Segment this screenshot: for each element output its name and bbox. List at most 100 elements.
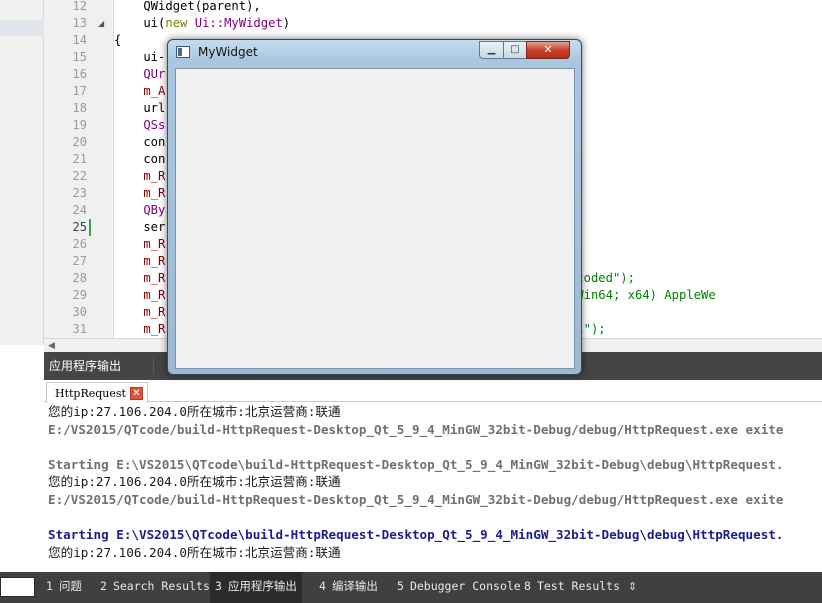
code-token: m_R [114,305,166,319]
output-line: E:/VS2015/QTcode/build-HttpRequest-Deskt… [48,421,784,437]
code-token: { [114,33,122,47]
code-token: Ui::MyWidget [187,16,283,30]
pane-number: 4 [319,579,326,593]
line-number: 25 [72,220,87,234]
code-token: QWidget(parent), [114,0,261,13]
line-number: 12 [72,0,87,13]
pane-number: 5 [397,579,404,593]
more-panes-icon[interactable]: ⇕ [628,572,637,601]
line-number: 30 [72,305,87,319]
code-token: con [114,152,166,166]
close-window-button[interactable]: ✕ [526,41,570,59]
left-sidebar-strip [0,0,44,345]
line-number: 14 [72,33,87,47]
bottom-status-bar: 1 问题 2 Search Results 3 应用程序输出 4 编译输出 5 Debugger … [0,572,822,603]
code-line: m_R [114,236,165,253]
line-number: 16 [72,67,87,81]
line-number: 18 [72,101,87,115]
pane-button-2[interactable]: 2 Search Results [95,572,215,603]
output-line: 您的ip:27.106.204.0所在城市:北京运营商:联通 [48,404,341,419]
pane-button-4[interactable]: 4 编译输出 [314,572,383,603]
code-token: m_R [114,254,166,268]
code-token: QBy [114,203,166,217]
code-token: QSs [114,118,166,132]
line-number: 26 [72,237,87,251]
pane-label: Search Results [112,579,210,593]
pane-label: 编译输出 [331,579,378,593]
code-token: m_R [114,271,166,285]
code-token: url [114,101,166,115]
code-line: ui- [114,49,165,66]
code-token: m_R [114,237,166,251]
pane-label: 问题 [58,579,82,593]
line-number: 15 [72,50,87,64]
widget-client-area[interactable] [175,68,575,369]
modified-line-marker [89,219,91,236]
tab-label: HttpRequest [55,386,126,400]
output-line: Starting E:\VS2015\QTcode\build-HttpRequ… [48,527,784,543]
line-number: 24 [72,203,87,217]
pane-number: 2 [100,579,107,593]
output-line: E:/VS2015/QTcode/build-HttpRequest-Deskt… [48,492,784,507]
fold-marker-icon[interactable]: ◢ [98,15,104,32]
line-number: 22 [72,169,87,183]
line-number: 29 [72,288,87,302]
close-icon[interactable]: ✕ [129,386,143,400]
output-pane-title: 应用程序输出 [49,359,122,373]
app-window-icon [176,46,190,58]
pane-button-5[interactable]: 5 Debugger Console [392,572,526,603]
minimize-button[interactable]: ▁ [479,41,504,59]
code-token: m_R [114,322,166,336]
code-token: QUr [114,67,166,81]
line-number: 28 [72,271,87,285]
output-line: 您的ip:27.106.204.0所在城市:北京运营商:联通 [48,544,341,560]
chevron-left-icon[interactable]: ◀ [48,339,55,353]
line-number-gutter: 12 13 ◢ 14 15 16 17 18 19 20 21 22 23 24 25 26 27 28 29 30 3… [44,0,114,338]
code-line: m_A [114,83,165,100]
code-line: QBy [114,202,165,219]
pane-number: 3 [215,579,222,593]
pane-number: 1 [46,579,53,593]
sidebar-selection [0,20,44,36]
code-line: { [114,32,121,49]
code-line: con [114,134,165,151]
output-line: Starting E:\VS2015\QTcode\build-HttpRequ… [48,456,784,472]
line-number: 23 [72,186,87,200]
code-line: QUr [114,66,165,83]
code-token: ) [282,16,291,30]
code-token: m_R [114,288,166,302]
code-token: m_A [114,84,166,98]
header-divider [153,358,154,374]
application-output-text[interactable]: 您的ip:27.106.204.0所在城市:北京运营商:联通 E:/VS2015/… [44,403,822,570]
pane-button-1[interactable]: 1 问题 [41,572,87,603]
code-line: QSs [114,117,165,134]
line-number: 19 [72,118,87,132]
pane-label: Debugger Console [409,579,521,593]
window-titlebar[interactable]: MyWidget ▁ □ ✕ [168,40,581,67]
line-number: 27 [72,254,87,268]
locator-input[interactable] [0,577,35,597]
line-number: 17 [72,84,87,98]
pane-button-8[interactable]: 8 Test Results [519,572,625,603]
code-token: ui( [114,16,166,30]
code-token: ser [114,220,166,234]
pane-button-3[interactable]: 3 应用程序输出 [210,572,302,603]
pane-number: 8 [524,579,531,593]
line-number: 13 [72,16,87,30]
code-line: con [114,151,165,168]
code-token: m_R [114,186,166,200]
line-number: 31 [72,322,87,336]
mywidget-window[interactable]: MyWidget ▁ □ ✕ [167,39,582,375]
maximize-button[interactable]: □ [503,41,527,59]
tab-httprequest[interactable]: HttpRequest ✕ [46,382,148,403]
code-line: ui(new Ui::MyWidget) [114,15,290,32]
code-line: QWidget(parent), [114,0,261,15]
code-token: ui- [114,50,166,64]
code-token: con [114,135,166,149]
code-line: m_R [114,185,165,202]
line-number: 21 [72,152,87,166]
output-line: 您的ip:27.106.204.0所在城市:北京运营商:联通 [48,474,341,490]
code-line: m_R [114,168,165,185]
window-title: MyWidget [198,45,258,59]
code-token: new [165,16,188,30]
